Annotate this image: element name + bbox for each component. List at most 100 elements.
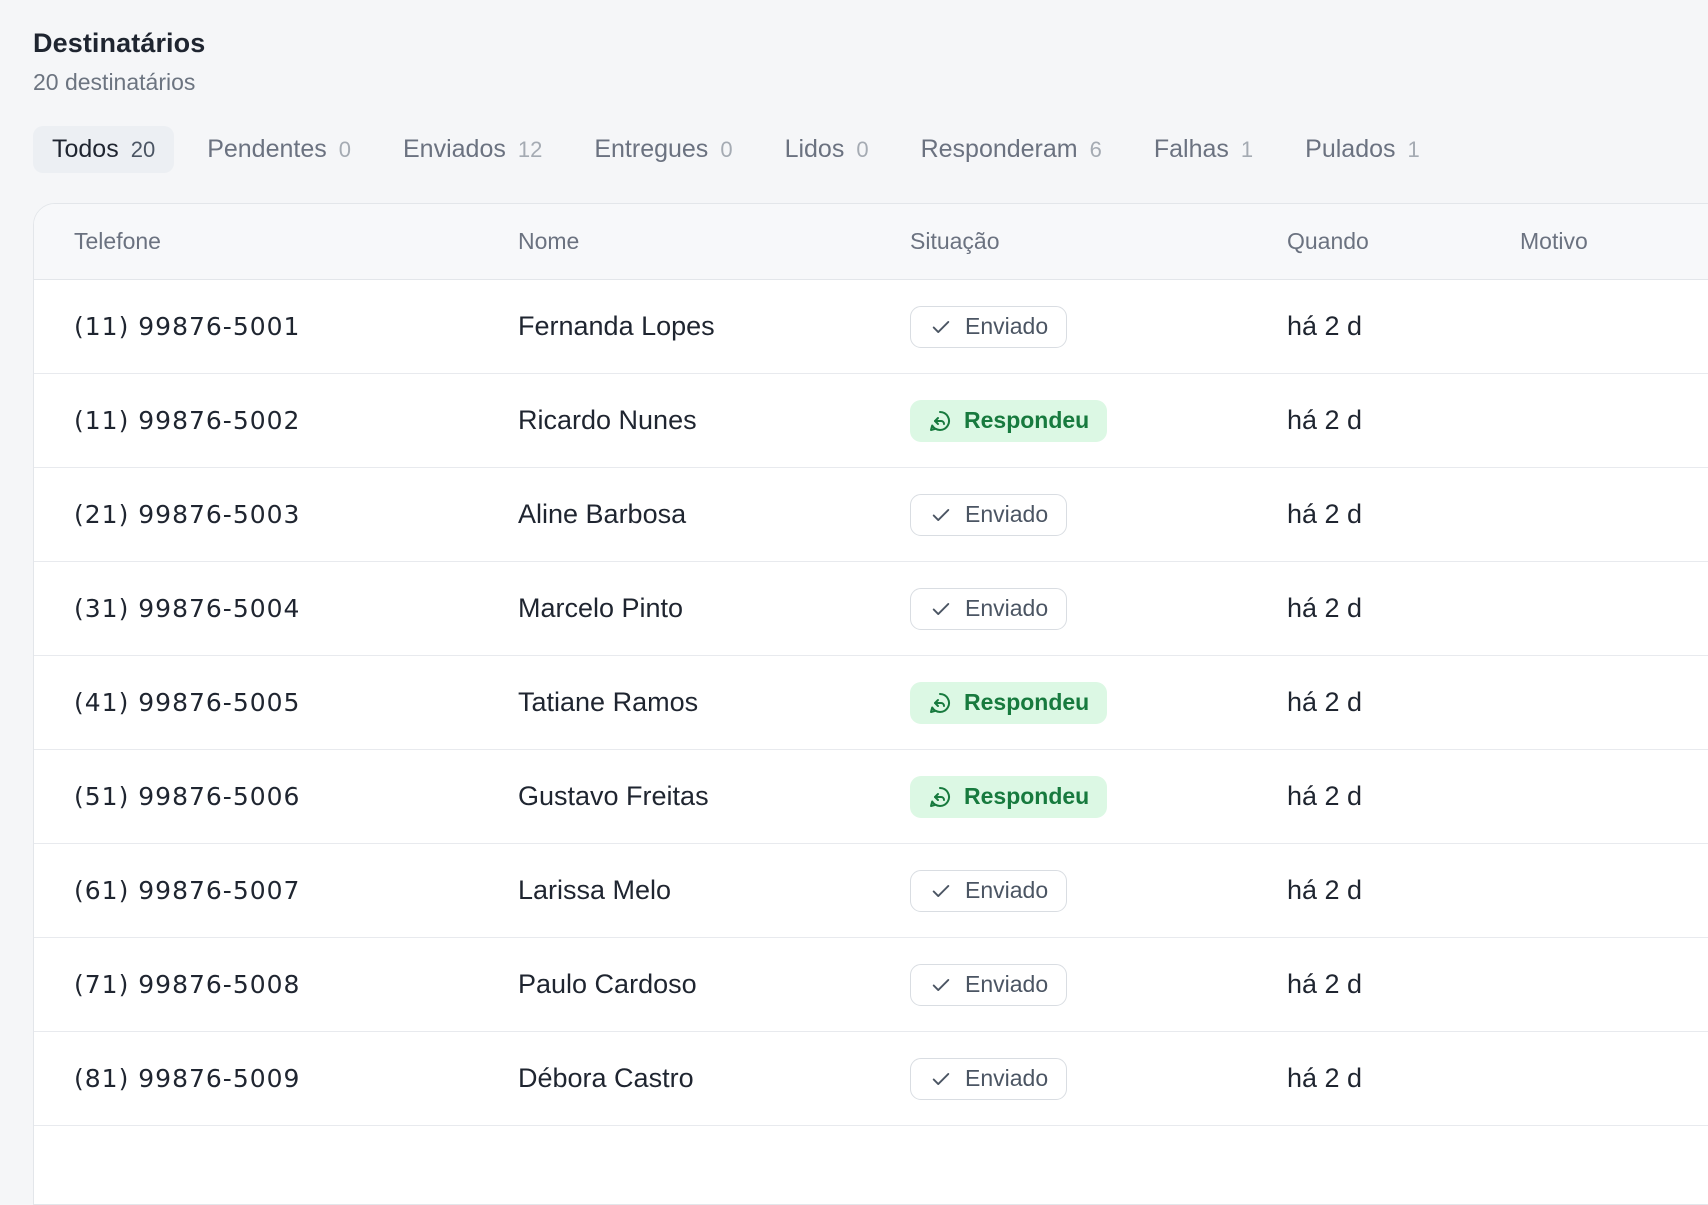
status-cell: Enviado bbox=[910, 938, 1068, 1031]
status-badge: Respondeu bbox=[910, 399, 1108, 442]
status-label: Respondeu bbox=[964, 689, 1090, 715]
phone-cell: (21) 99876-5003 bbox=[74, 500, 301, 529]
name-cell: Aline Barbosa bbox=[518, 499, 687, 529]
tab-label: Entregues bbox=[594, 135, 709, 163]
check-icon bbox=[929, 503, 953, 527]
name-cell: Paulo Cardoso bbox=[518, 969, 697, 999]
tab-pendentes[interactable]: Pendentes 0 bbox=[188, 126, 370, 173]
status-label: Enviado bbox=[965, 971, 1049, 997]
status-badge: Enviado bbox=[910, 305, 1068, 348]
column-header-when[interactable]: Quando bbox=[1287, 204, 1369, 279]
status-badge: Enviado bbox=[910, 493, 1068, 536]
status-badge: Respondeu bbox=[910, 681, 1108, 724]
when-cell: há 2 d bbox=[1287, 875, 1363, 905]
table-row[interactable]: (61) 99876-5007 Larissa Melo Enviado há 2 d bbox=[34, 844, 1708, 938]
table-row[interactable]: (51) 99876-5006 Gustavo Freitas Respondeu h… bbox=[34, 750, 1708, 844]
tab-falhas[interactable]: Falhas 1 bbox=[1135, 126, 1272, 173]
status-label: Enviado bbox=[965, 877, 1049, 903]
name-cell: Marcelo Pinto bbox=[518, 593, 684, 623]
tab-count: 6 bbox=[1089, 136, 1102, 162]
status-cell: Enviado bbox=[910, 1032, 1068, 1125]
name-cell: Larissa Melo bbox=[518, 875, 672, 905]
tab-count: 20 bbox=[130, 136, 156, 162]
filter-tabs: Todos 20 Pendentes 0 Enviados 12 Entregues 0 Lid… bbox=[33, 126, 1439, 173]
column-header-name[interactable]: Nome bbox=[518, 204, 579, 279]
table-row[interactable]: (31) 99876-5004 Marcelo Pinto Enviado há 2 … bbox=[34, 562, 1708, 656]
name-cell: Fernanda Lopes bbox=[518, 311, 715, 341]
status-cell: Respondeu bbox=[910, 750, 1108, 843]
tab-responderam[interactable]: Responderam 6 bbox=[902, 126, 1121, 173]
tab-todos[interactable]: Todos 20 bbox=[33, 126, 175, 173]
when-cell: há 2 d bbox=[1287, 969, 1363, 999]
check-icon bbox=[929, 973, 953, 997]
phone-cell: (51) 99876-5006 bbox=[74, 782, 301, 811]
reply-bubble-icon bbox=[928, 409, 952, 433]
tab-lidos[interactable]: Lidos 0 bbox=[766, 126, 888, 173]
tab-label: Lidos bbox=[784, 135, 845, 163]
status-cell: Enviado bbox=[910, 844, 1068, 937]
status-cell: Respondeu bbox=[910, 656, 1108, 749]
phone-cell: (71) 99876-5008 bbox=[74, 970, 301, 999]
tab-label: Pulados bbox=[1305, 135, 1396, 163]
phone-cell: (31) 99876-5004 bbox=[74, 594, 301, 623]
column-header-reason[interactable]: Motivo bbox=[1520, 204, 1588, 279]
page-header: Destinatários 20 destinatários bbox=[33, 28, 205, 96]
table-row[interactable]: (21) 99876-5003 Aline Barbosa Enviado há 2 … bbox=[34, 468, 1708, 562]
phone-cell: (41) 99876-5005 bbox=[74, 688, 301, 717]
status-label: Enviado bbox=[965, 313, 1049, 339]
status-label: Enviado bbox=[965, 1065, 1049, 1091]
when-cell: há 2 d bbox=[1287, 499, 1363, 529]
status-label: Enviado bbox=[965, 595, 1049, 621]
tab-enviados[interactable]: Enviados 12 bbox=[384, 126, 561, 173]
check-icon bbox=[929, 315, 953, 339]
table-row[interactable]: (71) 99876-5008 Paulo Cardoso Enviado há 2 … bbox=[34, 938, 1708, 1032]
status-badge: Enviado bbox=[910, 869, 1068, 912]
page-subtitle: 20 destinatários bbox=[33, 69, 196, 95]
phone-cell: (11) 99876-5001 bbox=[74, 312, 301, 341]
table-row[interactable]: (81) 99876-5009 Débora Castro Enviado há 2 … bbox=[34, 1032, 1708, 1126]
recipients-page: Destinatários 20 destinatários Todos 20 Pe… bbox=[0, 0, 1708, 1205]
table-body: (11) 99876-5001 Fernanda Lopes Enviado há 2… bbox=[34, 280, 1708, 1126]
table-row[interactable]: (11) 99876-5002 Ricardo Nunes Respondeu há … bbox=[34, 374, 1708, 468]
when-cell: há 2 d bbox=[1287, 593, 1363, 623]
page-title: Destinatários bbox=[33, 28, 206, 58]
tab-count: 0 bbox=[856, 136, 869, 162]
status-cell: Enviado bbox=[910, 280, 1068, 373]
phone-cell: (11) 99876-5002 bbox=[74, 406, 301, 435]
reply-bubble-icon bbox=[928, 691, 952, 715]
when-cell: há 2 d bbox=[1287, 405, 1363, 435]
column-header-status[interactable]: Situação bbox=[910, 204, 1000, 279]
tab-count: 12 bbox=[517, 136, 543, 162]
phone-cell: (81) 99876-5009 bbox=[74, 1064, 301, 1093]
name-cell: Tatiane Ramos bbox=[518, 687, 699, 717]
column-header-phone[interactable]: Telefone bbox=[74, 204, 161, 279]
tab-label: Falhas bbox=[1153, 135, 1229, 163]
tab-count: 0 bbox=[338, 136, 351, 162]
status-badge: Enviado bbox=[910, 1057, 1068, 1100]
status-badge: Respondeu bbox=[910, 775, 1108, 818]
status-cell: Enviado bbox=[910, 468, 1068, 561]
tab-label: Responderam bbox=[920, 135, 1078, 163]
recipients-table: Telefone Nome Situação Quando Motivo (11… bbox=[33, 203, 1708, 1205]
tab-entregues[interactable]: Entregues 0 bbox=[575, 126, 751, 173]
check-icon bbox=[929, 597, 953, 621]
name-cell: Débora Castro bbox=[518, 1063, 694, 1093]
table-row[interactable]: (41) 99876-5005 Tatiane Ramos Respondeu há … bbox=[34, 656, 1708, 750]
when-cell: há 2 d bbox=[1287, 781, 1363, 811]
when-cell: há 2 d bbox=[1287, 687, 1363, 717]
tab-count: 0 bbox=[720, 136, 733, 162]
tab-label: Enviados bbox=[403, 135, 506, 163]
check-icon bbox=[929, 1067, 953, 1091]
tab-pulados[interactable]: Pulados 1 bbox=[1286, 126, 1439, 173]
name-cell: Ricardo Nunes bbox=[518, 405, 697, 435]
tab-count: 1 bbox=[1407, 136, 1420, 162]
table-header: Telefone Nome Situação Quando Motivo bbox=[34, 204, 1708, 280]
status-badge: Enviado bbox=[910, 587, 1068, 630]
when-cell: há 2 d bbox=[1287, 1063, 1363, 1093]
status-label: Enviado bbox=[965, 501, 1049, 527]
table-row[interactable]: (11) 99876-5001 Fernanda Lopes Enviado há 2… bbox=[34, 280, 1708, 374]
phone-cell: (61) 99876-5007 bbox=[74, 876, 301, 905]
tab-count: 1 bbox=[1240, 136, 1254, 162]
name-cell: Gustavo Freitas bbox=[518, 781, 709, 811]
check-icon bbox=[929, 879, 953, 903]
